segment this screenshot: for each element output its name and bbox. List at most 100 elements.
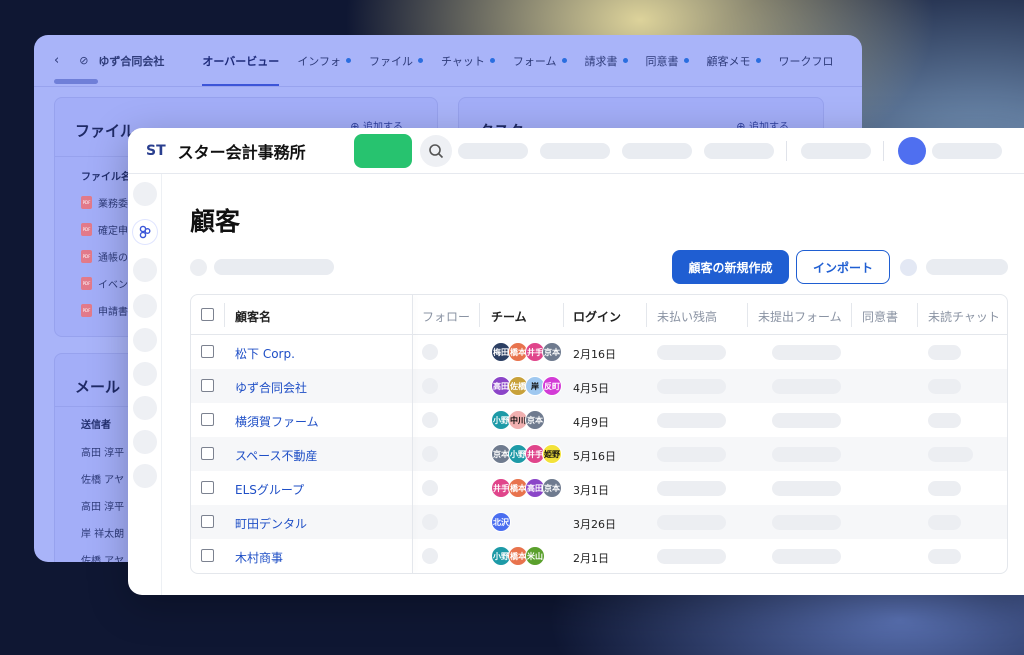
settings-placeholder-icon[interactable] [900, 259, 917, 276]
team-member-avatar[interactable]: 米山 [525, 546, 545, 566]
client-name-link[interactable]: 松下 Corp. [235, 345, 295, 362]
back-tab[interactable]: 同意書 [646, 53, 689, 69]
client-name-link[interactable]: 木村商事 [235, 549, 283, 566]
mail-row[interactable]: 佐橋 アヤ [81, 552, 124, 562]
file-row[interactable]: PDF 通帳の [81, 249, 128, 264]
nav-item[interactable] [133, 258, 157, 282]
unpaid-balance-placeholder [657, 447, 726, 462]
mail-row[interactable]: 高田 淳平 [81, 444, 124, 459]
file-row[interactable]: PDF イベン [81, 276, 128, 291]
filter-placeholder-icon[interactable] [190, 259, 207, 276]
last-login: 2月16日 [573, 348, 616, 361]
last-login: 2月1日 [573, 552, 609, 565]
back-tab[interactable]: ワークフロ [779, 53, 834, 69]
team-member-avatar[interactable]: 京本 [542, 342, 562, 362]
back-chevron-icon[interactable]: ‹ [54, 53, 59, 68]
nav-item[interactable] [133, 430, 157, 454]
team-member-avatar[interactable]: 京本 [525, 410, 545, 430]
back-tab[interactable]: フォーム [513, 53, 567, 69]
client-name-link[interactable]: ELSグループ [235, 481, 304, 498]
follow-toggle[interactable] [422, 514, 438, 530]
clients-nav-icon[interactable] [133, 220, 157, 244]
table-row[interactable]: 町田デンタル 北沢 3月26日 [191, 505, 1007, 539]
col-consent[interactable]: 同意書 [862, 308, 898, 325]
file-row[interactable]: PDF 申請書 [81, 303, 128, 318]
table-row[interactable]: 松下 Corp. 梅田 橋本 井手 京本 2月16日 [191, 335, 1007, 369]
file-row[interactable]: PDF 業務委 [81, 195, 128, 210]
back-tab[interactable]: 請求書 [585, 53, 628, 69]
new-client-button[interactable]: 顧客の新規作成 [672, 250, 789, 284]
back-tab-scrollbar[interactable] [54, 79, 98, 84]
follow-toggle[interactable] [422, 412, 438, 428]
search-icon[interactable] [419, 134, 452, 167]
nav-item[interactable] [133, 396, 157, 420]
row-checkbox[interactable] [201, 481, 214, 494]
client-name-link[interactable]: スペース不動産 [235, 447, 318, 464]
nav-placeholder[interactable] [703, 142, 774, 159]
nav-item[interactable] [133, 464, 157, 488]
follow-toggle[interactable] [422, 548, 438, 564]
nav-placeholder[interactable] [457, 142, 528, 159]
team-member-avatar[interactable]: 姫野 [542, 444, 562, 464]
green-action-button[interactable] [353, 133, 412, 168]
client-name-link[interactable]: ゆず合同会社 [235, 379, 307, 396]
col-unpaid-balance[interactable]: 未払い残高 [657, 308, 717, 325]
col-pending-forms[interactable]: 未提出フォーム [758, 308, 842, 325]
pdf-file-icon: PDF [81, 277, 92, 290]
nav-placeholder[interactable] [621, 142, 692, 159]
follow-toggle[interactable] [422, 378, 438, 394]
nav-item[interactable] [133, 328, 157, 352]
row-checkbox[interactable] [201, 413, 214, 426]
team-member-avatar[interactable]: 北沢 [491, 512, 511, 532]
left-nav [128, 174, 162, 595]
row-checkbox[interactable] [201, 345, 214, 358]
select-all-checkbox[interactable] [201, 308, 214, 321]
nav-item[interactable] [133, 362, 157, 386]
back-tab[interactable]: ファイル [369, 53, 423, 69]
nav-item[interactable] [133, 182, 157, 206]
firm-logo: ST [146, 142, 166, 159]
file-row[interactable]: PDF 確定申 [81, 222, 128, 237]
table-row[interactable]: 木村商事 小野 橋本 米山 2月1日 [191, 539, 1007, 573]
avatar[interactable] [897, 136, 926, 165]
client-name-link[interactable]: 町田デンタル [235, 515, 307, 532]
row-checkbox[interactable] [201, 515, 214, 528]
table-row[interactable]: ELSグループ 井手 橋本 高田 京本 3月1日 [191, 471, 1007, 505]
mail-row[interactable]: 佐橋 アヤ [81, 471, 124, 486]
back-tab[interactable]: チャット [441, 53, 495, 69]
back-tab[interactable]: 顧客メモ [707, 53, 761, 69]
nav-item[interactable] [133, 294, 157, 318]
team-member-avatar[interactable]: 京本 [542, 478, 562, 498]
mail-row[interactable]: 高田 淳平 [81, 498, 124, 513]
back-tab[interactable]: インフォ [297, 53, 351, 69]
nav-placeholder[interactable] [800, 142, 871, 159]
table-row[interactable]: ゆず合同会社 高田 佐橋岸反町 4月5日 [191, 369, 1007, 403]
mail-row[interactable]: 岸 祥太朗 [81, 525, 124, 540]
follow-toggle[interactable] [422, 480, 438, 496]
toolbar-placeholder [926, 259, 1008, 275]
user-name-placeholder [931, 142, 1002, 159]
back-tab-label: 請求書 [584, 54, 618, 68]
back-tab[interactable]: オーバービュー [202, 53, 280, 86]
row-checkbox[interactable] [201, 447, 214, 460]
table-row[interactable]: 横須賀ファーム 小野 中川 京本 4月9日 [191, 403, 1007, 437]
hidden-eye-icon[interactable]: ⊘ [79, 54, 88, 67]
follow-toggle[interactable] [422, 344, 438, 360]
follow-toggle[interactable] [422, 446, 438, 462]
pending-forms-placeholder [772, 413, 841, 428]
nav-placeholder[interactable] [539, 142, 610, 159]
last-login: 4月9日 [573, 416, 609, 429]
col-team[interactable]: チーム [491, 308, 527, 325]
table-row[interactable]: スペース不動産 京本 小野 井手 姫野 5月16日 [191, 437, 1007, 471]
team-member-avatar[interactable]: 反町 [542, 376, 562, 396]
import-button[interactable]: インポート [796, 250, 890, 284]
client-name-link[interactable]: 横須賀ファーム [235, 413, 319, 430]
col-unread-chat[interactable]: 未読チャット [928, 308, 1000, 325]
row-checkbox[interactable] [201, 379, 214, 392]
col-follow[interactable]: フォロー [422, 308, 470, 325]
row-checkbox[interactable] [201, 549, 214, 562]
col-client-name[interactable]: 顧客名 [235, 308, 271, 325]
col-login[interactable]: ログイン [573, 308, 621, 325]
back-tab-label: オーバービュー [202, 54, 280, 68]
filter-placeholder[interactable] [214, 259, 334, 275]
